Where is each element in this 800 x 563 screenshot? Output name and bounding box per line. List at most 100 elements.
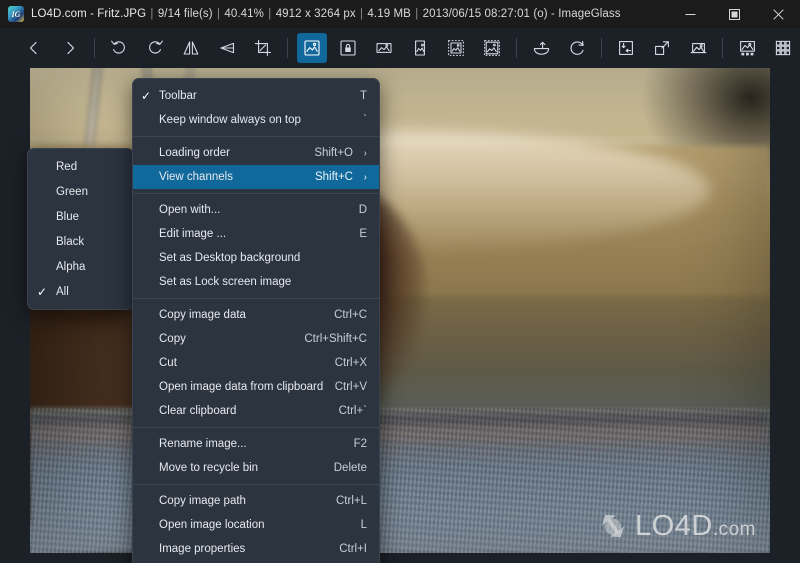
image-autozoom-icon (304, 40, 320, 56)
menu-item-copy-image-data[interactable]: Copy image data Ctrl+C (133, 303, 379, 327)
menu-item-view-channels[interactable]: View channels Shift+C › (133, 165, 379, 189)
submenu-label-green: Green (56, 185, 88, 198)
menu-label-set-lock-screen: Set as Lock screen image (159, 276, 292, 288)
menu-label-copy-image-path: Copy image path (159, 495, 246, 507)
submenu-label-blue: Blue (56, 210, 80, 223)
toolbar-separator-4 (601, 38, 602, 58)
auto-zoom-button[interactable] (297, 33, 327, 63)
fullscreen-icon (655, 41, 669, 55)
menu-label-edit-image: Edit image ... (159, 228, 227, 240)
scale-to-height-button[interactable] (405, 33, 435, 63)
watermark-domain: .com (712, 518, 756, 540)
submenu-label-black: Black (56, 235, 85, 248)
menu-item-open-with[interactable]: Open with... D (133, 198, 379, 222)
scale-to-fit-button[interactable] (441, 33, 471, 63)
previous-image-button[interactable] (19, 33, 49, 63)
menu-label-view-channels: View channels (159, 171, 233, 183)
menu-item-open-image-location[interactable]: Open image location L (133, 513, 379, 537)
imageglass-icon (8, 6, 24, 22)
imageglass-window: LO4D.com - Fritz.JPG | 9/14 file(s) | 40… (0, 0, 800, 563)
menu-item-move-to-recycle-bin[interactable]: Move to recycle bin Delete (133, 456, 379, 480)
menu-label-keep-on-top: Keep window always on top (159, 114, 301, 126)
view-channels-submenu: Red Green Blue Black Alpha ✓ All (27, 148, 134, 310)
minimize-button[interactable] (668, 0, 712, 28)
toolbar-separator-3 (516, 38, 517, 58)
scale-to-fill-button[interactable] (477, 33, 507, 63)
menu-item-set-desktop-background[interactable]: Set as Desktop background (133, 246, 379, 270)
close-button[interactable] (756, 0, 800, 28)
menu-accel-toolbar: T (359, 90, 367, 102)
image-lock-icon (340, 40, 356, 56)
menu-item-edit-image[interactable]: Edit image ... E (133, 222, 379, 246)
menu-item-copy[interactable]: Copy Ctrl+Shift+C (133, 327, 379, 351)
submenu-label-alpha: Alpha (56, 260, 86, 273)
title-dash: - (86, 8, 98, 20)
full-screen-button[interactable] (647, 33, 677, 63)
scale-to-width-button[interactable] (369, 33, 399, 63)
menu-item-keep-on-top[interactable]: Keep window always on top ` (133, 108, 379, 132)
menu-item-set-lock-screen[interactable]: Set as Lock screen image (133, 270, 379, 294)
next-image-button[interactable] (55, 33, 85, 63)
menu-label-copy-image-data: Copy image data (159, 309, 246, 321)
menu-item-toolbar[interactable]: ✓ Toolbar T (133, 84, 379, 108)
menu-item-open-from-clipboard[interactable]: Open image data from clipboard Ctrl+V (133, 375, 379, 399)
menu-label-loading-order: Loading order (159, 147, 230, 159)
menu-separator-1 (133, 136, 379, 137)
title-sep-1: | (150, 8, 154, 20)
submenu-item-blue[interactable]: Blue (28, 204, 133, 229)
menu-label-open-with: Open with... (159, 204, 221, 216)
thumbnail-bar-button[interactable] (768, 33, 798, 63)
rotate-right-button[interactable] (140, 33, 170, 63)
slideshow-button[interactable] (683, 33, 713, 63)
submenu-item-red[interactable]: Red (28, 154, 133, 179)
title-sep-5: | (415, 8, 419, 20)
menu-item-cut[interactable]: Cut Ctrl+X (133, 351, 379, 375)
title-app-name: - ImageGlass (547, 8, 621, 20)
menu-accel-loading-order: Shift+O (314, 147, 353, 159)
menu-label-move-to-recycle-bin: Move to recycle bin (159, 462, 259, 474)
print-image-button[interactable] (732, 33, 762, 63)
submenu-item-all[interactable]: ✓ All (28, 279, 133, 304)
actual-size-icon (619, 41, 633, 55)
refresh-icon (570, 40, 584, 55)
submenu-item-green[interactable]: Green (28, 179, 133, 204)
menu-item-clear-clipboard[interactable]: Clear clipboard Ctrl+` (133, 399, 379, 423)
menu-label-open-image-location: Open image location (159, 519, 265, 531)
image-viewport[interactable]: LO4D.com (0, 68, 800, 563)
chevron-right-icon: › (363, 147, 367, 159)
toolbar-separator-5 (722, 38, 723, 58)
submenu-item-black[interactable]: Black (28, 229, 133, 254)
close-icon (772, 8, 784, 20)
chevron-right-icon: › (363, 171, 367, 183)
checkmark-icon: ✓ (140, 89, 152, 103)
menu-separator-4 (133, 427, 379, 428)
menu-item-copy-image-path[interactable]: Copy image path Ctrl+L (133, 489, 379, 513)
checkmark-icon: ✓ (36, 284, 48, 299)
flip-horizontal-button[interactable] (176, 33, 206, 63)
lock-zoom-ratio-button[interactable] (333, 33, 363, 63)
menu-item-loading-order[interactable]: Loading order Shift+O › (133, 141, 379, 165)
title-dimensions: 4912 x 3264 px (275, 8, 356, 20)
rotate-left-button[interactable] (104, 33, 134, 63)
title-site: LO4D.com (31, 8, 87, 20)
flip-horizontal-icon (183, 41, 199, 55)
menu-label-image-properties: Image properties (159, 543, 246, 555)
lo4d-watermark: LO4D.com (596, 509, 756, 543)
menu-accel-rename-image: F2 (353, 438, 367, 450)
menu-item-image-properties[interactable]: Image properties Ctrl+I (133, 537, 379, 561)
crop-image-button[interactable] (248, 33, 278, 63)
chevron-left-icon (29, 41, 37, 55)
open-file-button[interactable] (526, 33, 556, 63)
menu-accel-keep-on-top: ` (363, 114, 367, 126)
submenu-item-alpha[interactable]: Alpha (28, 254, 133, 279)
toolbar-separator-1 (94, 38, 95, 58)
maximize-button[interactable] (712, 0, 756, 28)
scale-width-icon (376, 43, 392, 53)
actual-size-button[interactable] (611, 33, 641, 63)
menu-item-rename-image[interactable]: Rename image... F2 (133, 432, 379, 456)
refresh-image-button[interactable] (562, 33, 592, 63)
menu-accel-move-to-recycle-bin: Delete (333, 462, 367, 474)
title-sep-2: | (217, 8, 221, 20)
flip-vertical-button[interactable] (212, 33, 242, 63)
watermark-text: LO4D.com (635, 511, 756, 541)
